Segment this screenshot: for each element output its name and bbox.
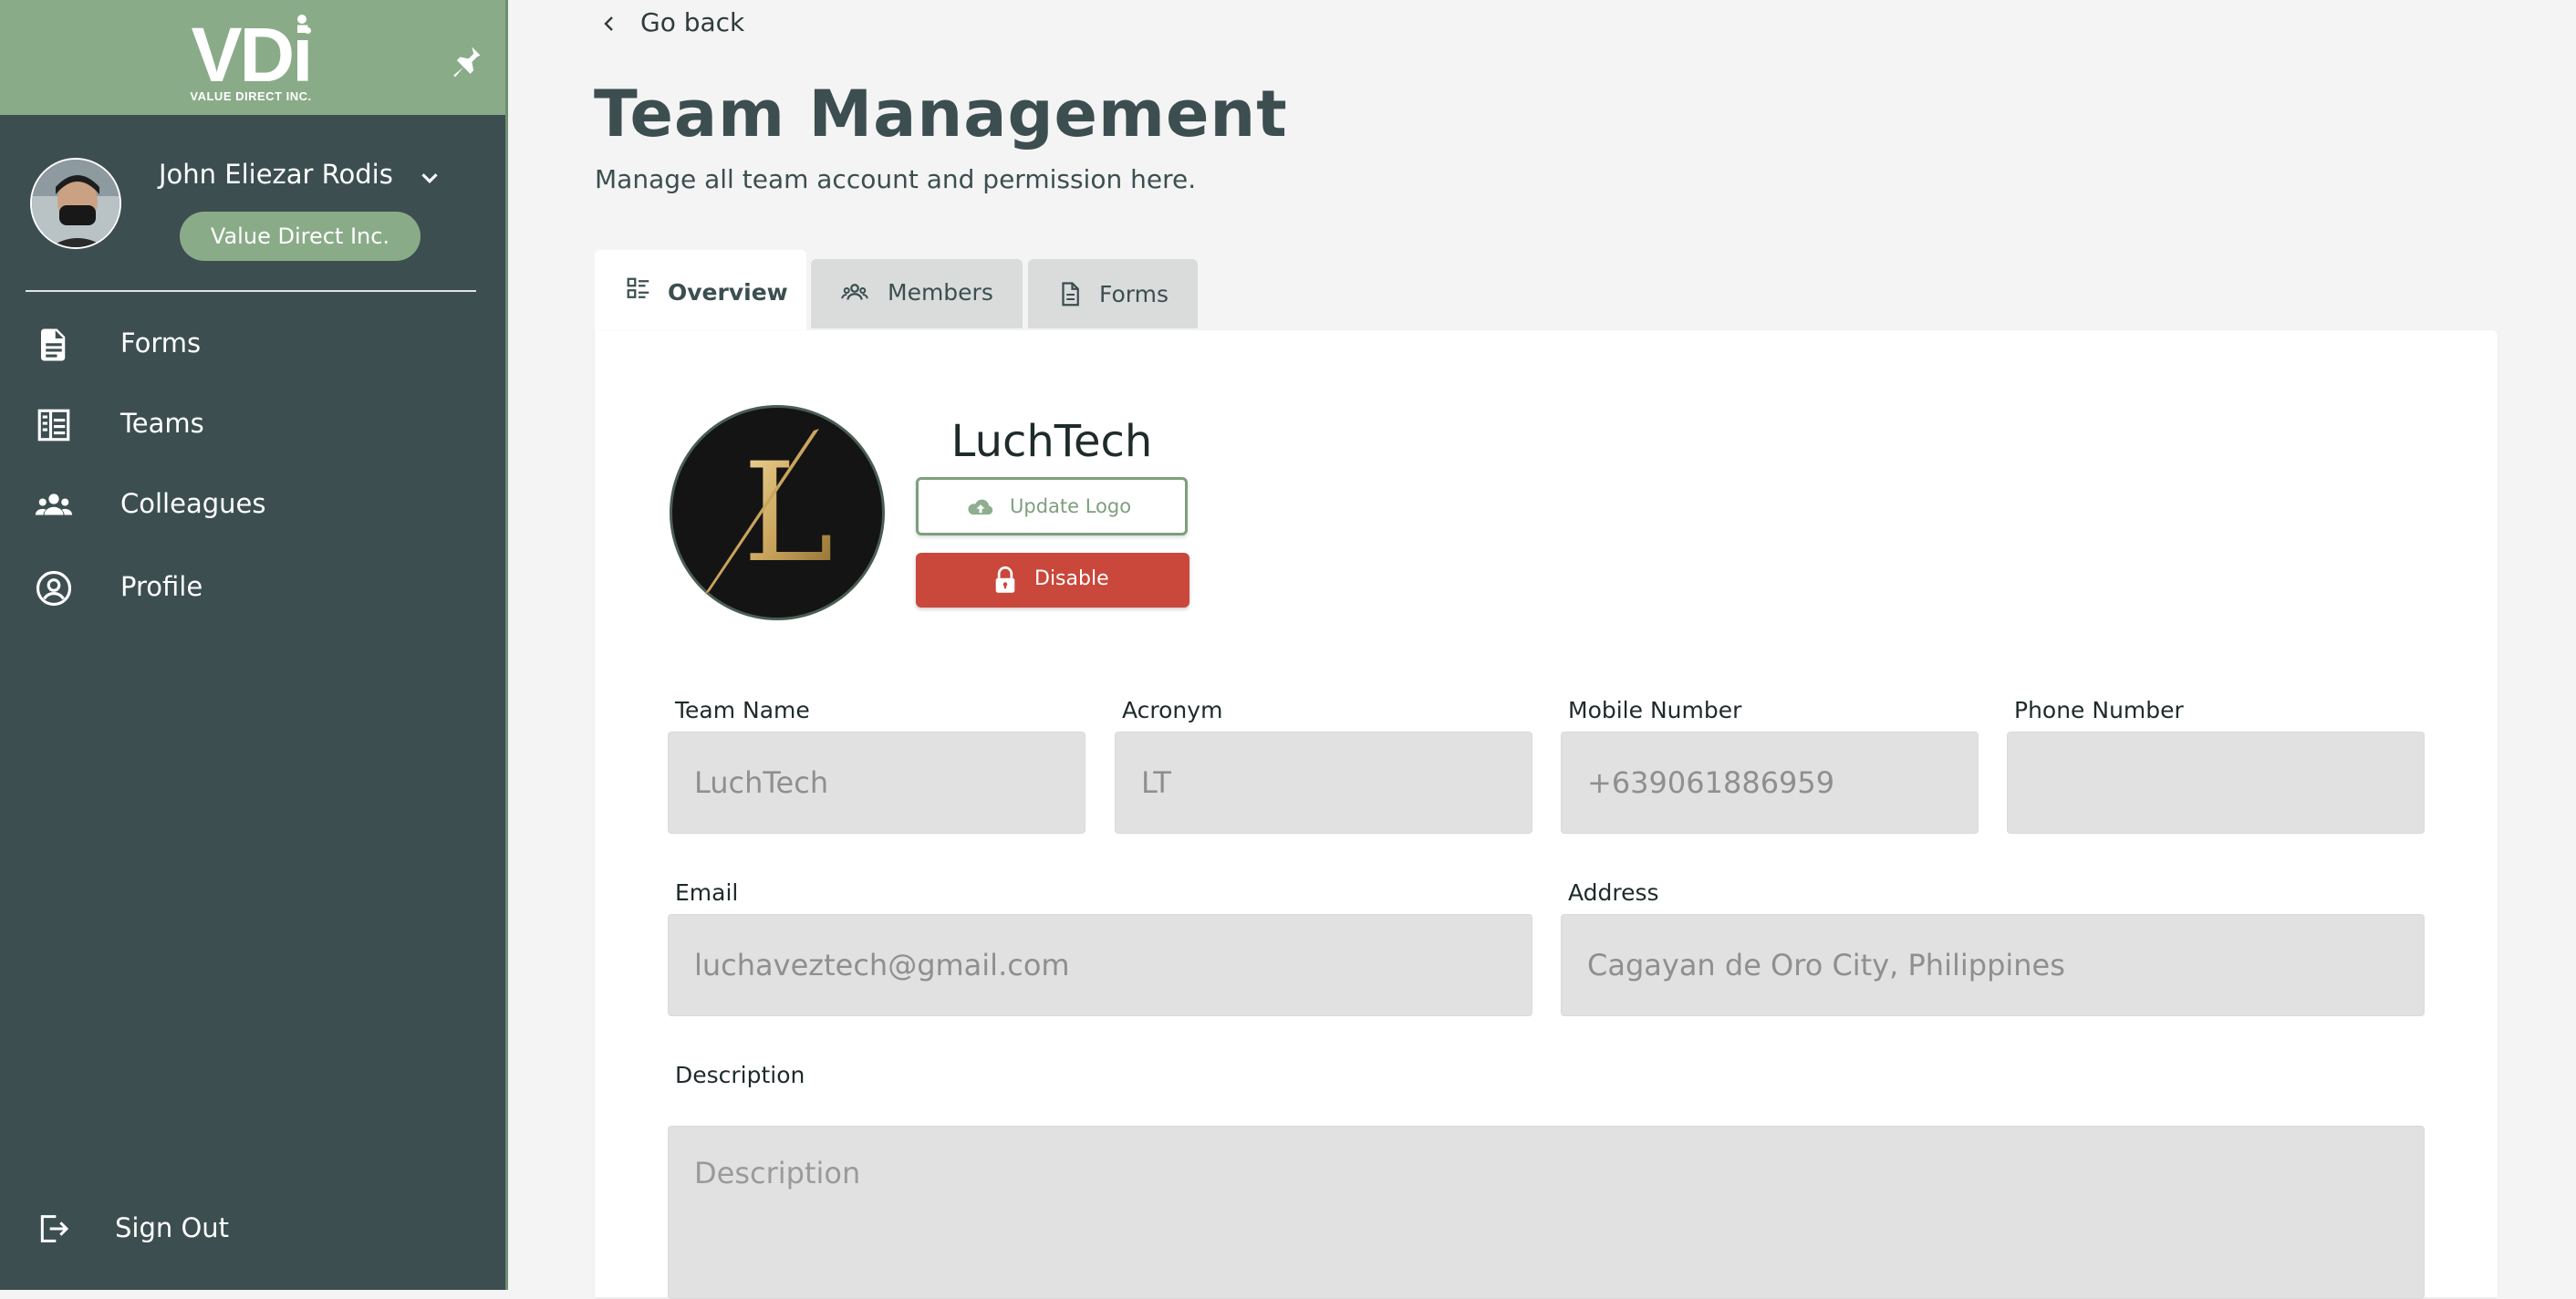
- team-name-field[interactable]: [668, 732, 1085, 834]
- email-label: Email: [675, 879, 739, 906]
- sidebar-item-label: Colleagues: [120, 488, 266, 519]
- sidebar-header: VDi VALUE DIRECT INC.: [0, 0, 505, 115]
- sidebar-item-forms[interactable]: Forms: [0, 313, 505, 377]
- tab-label: Overview: [668, 279, 788, 306]
- logo-subtitle: VALUE DIRECT INC.: [190, 89, 312, 103]
- sidebar: VDi VALUE DIRECT INC. John Eliezar Rodis…: [0, 0, 508, 1290]
- go-back-label: Go back: [640, 7, 745, 37]
- phone-number-field[interactable]: [2007, 732, 2425, 834]
- cloud-upload-icon: [968, 499, 993, 515]
- profile-icon: [36, 570, 72, 607]
- svg-text:L: L: [743, 434, 834, 593]
- lock-icon: [995, 566, 1015, 593]
- acronym-field[interactable]: [1115, 732, 1532, 834]
- chevron-left-icon: [604, 16, 613, 31]
- mobile-number-field[interactable]: [1561, 732, 1979, 834]
- sign-out-button[interactable]: Sign Out: [0, 1198, 505, 1262]
- document-icon: [1062, 282, 1079, 307]
- sidebar-divider: [26, 290, 476, 292]
- tab-members[interactable]: Members: [811, 259, 1023, 328]
- sign-out-icon: [40, 1215, 69, 1242]
- update-logo-button[interactable]: Update Logo: [916, 477, 1188, 535]
- chevron-down-icon[interactable]: [416, 164, 443, 192]
- page-subtitle: Manage all team account and permission h…: [595, 164, 1197, 194]
- mobile-number-label: Mobile Number: [1568, 697, 1742, 723]
- avatar-image: [32, 160, 119, 247]
- sidebar-item-colleagues[interactable]: Colleagues: [0, 473, 505, 537]
- page-title: Team Management: [594, 77, 1288, 151]
- user-name[interactable]: John Eliezar Rodis: [159, 159, 393, 190]
- tab-overview[interactable]: Overview: [595, 250, 806, 330]
- sidebar-item-profile[interactable]: Profile: [0, 556, 505, 620]
- tab-forms[interactable]: Forms: [1028, 259, 1198, 328]
- logo-dot: [305, 27, 311, 34]
- team-logo: L: [670, 405, 885, 620]
- sidebar-item-label: Teams: [120, 408, 204, 439]
- email-field[interactable]: [668, 914, 1532, 1016]
- address-field[interactable]: [1561, 914, 2425, 1016]
- org-badge: Value Direct Inc.: [180, 212, 421, 261]
- description-field[interactable]: [668, 1126, 2425, 1299]
- tab-label: Members: [888, 279, 993, 306]
- disable-label: Disable: [1034, 567, 1109, 590]
- team-name-label: Team Name: [675, 697, 810, 723]
- disable-button[interactable]: Disable: [916, 553, 1189, 608]
- document-icon: [41, 328, 66, 361]
- overview-icon: [627, 277, 649, 298]
- sidebar-item-label: Forms: [120, 327, 202, 359]
- sign-out-label: Sign Out: [115, 1212, 230, 1243]
- tab-label: Forms: [1099, 281, 1169, 307]
- acronym-label: Acronym: [1122, 697, 1223, 723]
- teams-icon: [37, 409, 70, 442]
- sidebar-item-label: Profile: [120, 571, 203, 602]
- sidebar-item-teams[interactable]: Teams: [0, 393, 505, 457]
- team-name: LuchTech: [950, 416, 1153, 467]
- description-label: Description: [675, 1062, 805, 1088]
- people-icon: [841, 284, 868, 300]
- pin-icon[interactable]: [445, 42, 485, 82]
- phone-number-label: Phone Number: [2014, 697, 2184, 723]
- address-label: Address: [1568, 879, 1659, 906]
- avatar[interactable]: [30, 158, 121, 249]
- logo-dot: [297, 15, 306, 24]
- update-logo-label: Update Logo: [1010, 495, 1132, 517]
- vdi-logo[interactable]: VDi VALUE DIRECT INC.: [182, 9, 319, 106]
- people-icon: [35, 494, 73, 515]
